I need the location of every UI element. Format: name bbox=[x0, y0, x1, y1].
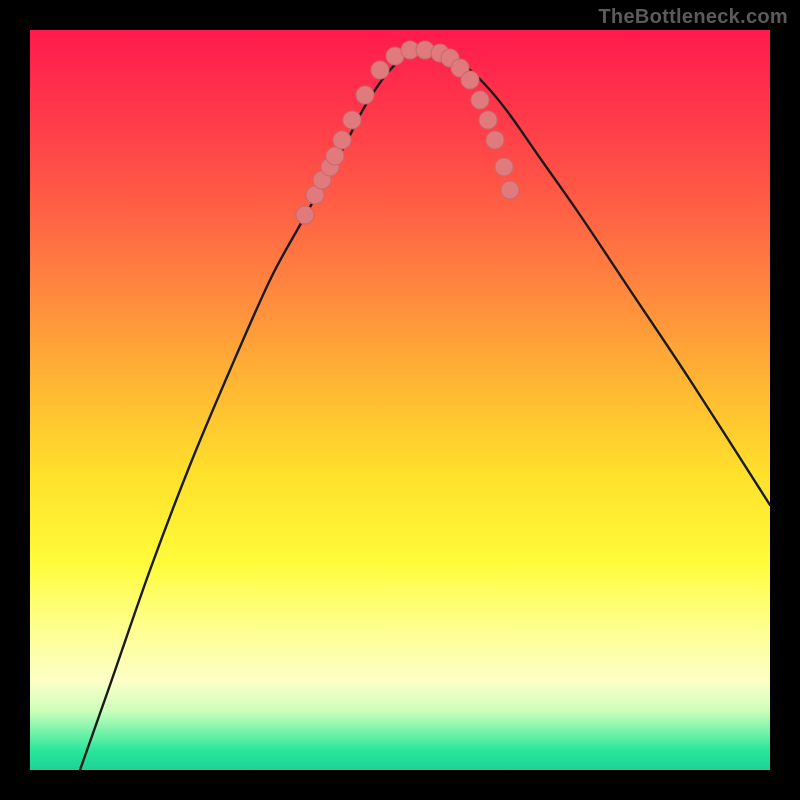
chart-frame: TheBottleneck.com bbox=[0, 0, 800, 800]
marker-dot bbox=[495, 158, 513, 176]
marker-dot bbox=[296, 206, 314, 224]
bottleneck-curve bbox=[80, 49, 770, 770]
curve-svg bbox=[30, 30, 770, 770]
plot-area bbox=[30, 30, 770, 770]
marker-dot bbox=[501, 181, 519, 199]
marker-dot bbox=[326, 147, 344, 165]
marker-dot bbox=[371, 61, 389, 79]
marker-group bbox=[296, 41, 519, 224]
marker-dot bbox=[333, 131, 351, 149]
marker-dot bbox=[356, 86, 374, 104]
marker-dot bbox=[343, 111, 361, 129]
watermark-text: TheBottleneck.com bbox=[598, 6, 788, 29]
marker-dot bbox=[486, 131, 504, 149]
marker-dot bbox=[461, 71, 479, 89]
marker-dot bbox=[471, 91, 489, 109]
marker-dot bbox=[479, 111, 497, 129]
